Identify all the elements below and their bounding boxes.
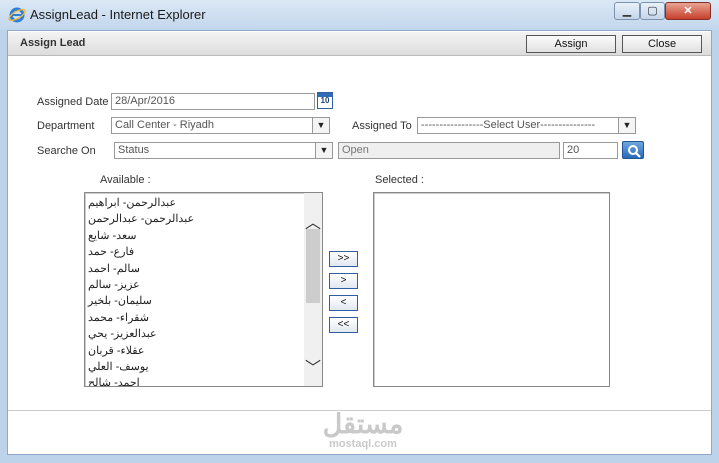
- selected-label: Selected :: [375, 174, 424, 186]
- search-button[interactable]: [622, 141, 644, 159]
- available-label: Available :: [100, 174, 151, 186]
- assigned-date-label: Assigned Date: [37, 96, 109, 108]
- scrollbar-thumb[interactable]: [306, 229, 320, 303]
- department-label: Department: [37, 120, 95, 132]
- department-value: Call Center - Riyadh: [115, 119, 215, 131]
- assigned-to-label: Assigned To: [352, 120, 412, 132]
- search-on-label: Searche On: [37, 145, 96, 157]
- list-item[interactable]: سالم- احمد: [88, 261, 302, 277]
- close-button[interactable]: Close: [622, 35, 702, 53]
- window-close-button[interactable]: ✕: [665, 2, 711, 20]
- dialog-header: Assign Lead Assign Close: [8, 32, 711, 56]
- selected-list[interactable]: [373, 192, 610, 387]
- list-item[interactable]: عبدالعزيز- يحي: [88, 326, 302, 342]
- page-title: Assign Lead: [20, 37, 86, 49]
- assigned-to-value: -----------------Select User------------…: [421, 119, 596, 131]
- minimize-icon: ▁: [622, 5, 632, 17]
- chevron-down-icon[interactable]: ﹀: [304, 354, 322, 377]
- department-select[interactable]: Call Center - Riyadh ▼: [111, 117, 330, 134]
- list-item[interactable]: سعد- شايع: [88, 228, 302, 244]
- move-left-button[interactable]: <: [329, 295, 358, 311]
- assigned-date-input[interactable]: 28/Apr/2016: [111, 93, 315, 110]
- assign-button[interactable]: Assign: [526, 35, 616, 53]
- search-on-value: Status: [118, 144, 150, 156]
- maximize-button[interactable]: ▢: [640, 2, 665, 20]
- status-value-input: Open: [338, 142, 560, 159]
- list-item[interactable]: سليمان- بلخير: [88, 293, 302, 309]
- watermark-arabic: مستقل: [322, 409, 404, 439]
- watermark-logo: مستقل mostaql.com: [315, 410, 411, 456]
- available-scrollbar[interactable]: ︿ ﹀: [304, 193, 322, 386]
- minimize-button[interactable]: ▁: [614, 2, 640, 20]
- chevron-down-icon: ▼: [312, 118, 329, 133]
- window-titlebar: AssignLead - Internet Explorer ▁ ▢ ✕: [0, 0, 719, 30]
- list-item[interactable]: عزيز- سالم: [88, 277, 302, 293]
- list-item[interactable]: احمد- شالح: [88, 375, 302, 386]
- assigned-to-select[interactable]: -----------------Select User------------…: [417, 117, 636, 134]
- search-icon: [628, 145, 641, 158]
- move-right-button[interactable]: >: [329, 273, 358, 289]
- search-on-select[interactable]: Status ▼: [114, 142, 333, 159]
- window-title: AssignLead - Internet Explorer: [30, 7, 206, 22]
- count-input[interactable]: 20: [563, 142, 618, 159]
- chevron-up-icon[interactable]: ︿: [304, 209, 322, 232]
- list-item[interactable]: عبدالرحمن- عبدالرحمن: [88, 211, 302, 227]
- chevron-down-icon: ▼: [315, 143, 332, 158]
- available-items: عبدالرحمن- ابراهيم عبدالرحمن- عبدالرحمن سع…: [88, 195, 302, 386]
- list-item[interactable]: يوسف- العلي: [88, 359, 302, 375]
- close-icon: ✕: [683, 5, 693, 17]
- watermark-url: mostaql.com: [329, 438, 397, 450]
- list-item[interactable]: عقلاء- قربان: [88, 343, 302, 359]
- available-list[interactable]: عبدالرحمن- ابراهيم عبدالرحمن- عبدالرحمن سع…: [84, 192, 323, 387]
- move-all-left-button[interactable]: <<: [329, 317, 358, 333]
- list-item[interactable]: شقراء- محمد: [88, 310, 302, 326]
- move-all-right-button[interactable]: >>: [329, 251, 358, 267]
- internet-explorer-icon: [8, 7, 26, 23]
- calendar-icon[interactable]: 10: [317, 92, 333, 109]
- chevron-down-icon: ▼: [618, 118, 635, 133]
- maximize-icon: ▢: [647, 5, 658, 17]
- list-item[interactable]: عبدالرحمن- ابراهيم: [88, 195, 302, 211]
- list-item[interactable]: فارع- حمد: [88, 244, 302, 260]
